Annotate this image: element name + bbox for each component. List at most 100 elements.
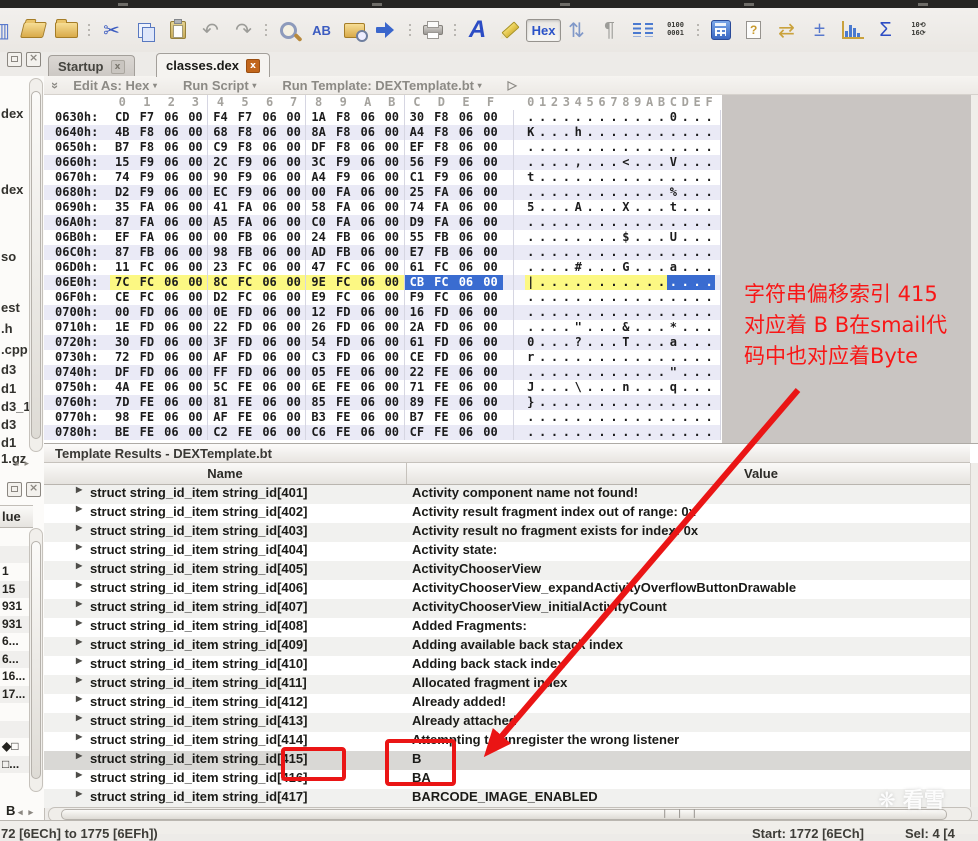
ascii-char[interactable]: .: [584, 245, 596, 260]
tab-label[interactable]: B: [6, 803, 15, 818]
hex-byte[interactable]: 00: [478, 230, 503, 245]
hex-row[interactable]: 0770h: 98 FE 06 00 AF FE 06 00 B3 FE 06 00 B7 FE 06 00..…: [44, 410, 721, 425]
hex-byte[interactable]: 06: [257, 245, 282, 260]
ascii-char[interactable]: .: [632, 230, 644, 245]
calculator-icon[interactable]: [704, 14, 737, 46]
hex-byte[interactable]: 00: [282, 290, 307, 305]
ascii-char[interactable]: .: [608, 395, 620, 410]
ascii-char[interactable]: .: [572, 395, 584, 410]
hex-byte[interactable]: FC: [331, 290, 356, 305]
hex-byte[interactable]: FD: [331, 320, 356, 335]
find-in-files-icon[interactable]: [338, 14, 371, 46]
ascii-char[interactable]: .: [596, 245, 608, 260]
ascii-char[interactable]: .: [560, 305, 572, 320]
ascii-char[interactable]: .: [656, 155, 668, 170]
ascii-char[interactable]: \: [572, 380, 584, 395]
ascii-char[interactable]: .: [703, 275, 715, 290]
hex-byte[interactable]: B7: [405, 410, 430, 425]
hex-byte[interactable]: FD: [135, 365, 160, 380]
ascii-char[interactable]: .: [560, 425, 572, 440]
hex-byte[interactable]: 06: [257, 215, 282, 230]
hex-byte[interactable]: 06: [257, 425, 282, 440]
ascii-char[interactable]: .: [537, 320, 549, 335]
ascii-char[interactable]: .: [632, 425, 644, 440]
hex-byte[interactable]: 06: [159, 230, 184, 245]
ascii-char[interactable]: .: [656, 305, 668, 320]
save-all-icon[interactable]: ▥: [0, 14, 17, 46]
ascii-char[interactable]: .: [549, 380, 561, 395]
hex-byte[interactable]: B3: [306, 410, 331, 425]
ascii-char[interactable]: .: [620, 170, 632, 185]
hex-byte[interactable]: 00: [184, 365, 209, 380]
ascii-char[interactable]: .: [679, 335, 691, 350]
ascii-char[interactable]: .: [632, 155, 644, 170]
copy-icon[interactable]: [128, 14, 161, 46]
ascii-char[interactable]: .: [537, 365, 549, 380]
hex-byte[interactable]: FA: [135, 200, 160, 215]
hex-byte[interactable]: 25: [405, 185, 430, 200]
ascii-char[interactable]: .: [679, 155, 691, 170]
hex-byte[interactable]: 00: [184, 155, 209, 170]
ascii-char[interactable]: .: [572, 275, 585, 290]
ascii-char[interactable]: .: [596, 275, 608, 290]
ascii-char[interactable]: .: [632, 410, 644, 425]
hex-byte[interactable]: 81: [208, 395, 233, 410]
ascii-char[interactable]: .: [608, 185, 620, 200]
hex-byte[interactable]: 00: [380, 305, 405, 320]
ascii-char[interactable]: .: [572, 245, 584, 260]
hex-byte[interactable]: 00: [478, 170, 503, 185]
hex-byte[interactable]: FE: [429, 365, 454, 380]
ascii-char[interactable]: .: [691, 395, 703, 410]
ascii-char[interactable]: %: [667, 185, 679, 200]
ascii-char[interactable]: .: [596, 140, 608, 155]
hex-byte[interactable]: 06: [454, 200, 479, 215]
ascii-char[interactable]: .: [679, 410, 691, 425]
ascii-char[interactable]: q: [667, 380, 679, 395]
hex-byte[interactable]: 00: [184, 230, 209, 245]
ascii-char[interactable]: .: [608, 140, 620, 155]
ascii-char[interactable]: .: [656, 260, 668, 275]
expand-triangle-icon[interactable]: ▶: [76, 561, 82, 570]
template-row[interactable]: ▶ struct string_id_item string_id[402] Act…: [44, 504, 970, 523]
ascii-char[interactable]: .: [691, 170, 703, 185]
collapse-toolbar-icon[interactable]: »: [48, 81, 63, 88]
hex-byte[interactable]: 00: [282, 320, 307, 335]
ascii-char[interactable]: .: [679, 425, 691, 440]
ascii-char[interactable]: .: [536, 275, 549, 290]
ascii-char[interactable]: .: [608, 200, 620, 215]
hex-byte[interactable]: 06: [257, 260, 282, 275]
ascii-char[interactable]: .: [549, 305, 561, 320]
ascii-char[interactable]: V: [667, 155, 679, 170]
ascii-char[interactable]: .: [620, 365, 632, 380]
ascii-char[interactable]: .: [667, 140, 679, 155]
ascii-char[interactable]: |: [524, 275, 537, 290]
hex-byte[interactable]: FE: [233, 395, 258, 410]
hex-byte[interactable]: 00: [380, 290, 405, 305]
hex-byte[interactable]: 06: [257, 335, 282, 350]
ascii-char[interactable]: .: [691, 410, 703, 425]
ascii-char[interactable]: 0: [667, 110, 679, 125]
hex-byte[interactable]: 06: [454, 320, 479, 335]
ascii-char[interactable]: .: [644, 245, 656, 260]
ascii-char[interactable]: .: [560, 275, 573, 290]
hex-byte[interactable]: 00: [282, 350, 307, 365]
hex-byte[interactable]: 06: [257, 155, 282, 170]
hex-byte[interactable]: AF: [208, 350, 233, 365]
hex-byte[interactable]: 00: [184, 200, 209, 215]
ascii-char[interactable]: .: [679, 245, 691, 260]
hex-byte[interactable]: F7: [233, 110, 258, 125]
hex-byte[interactable]: 06: [355, 200, 380, 215]
template-row[interactable]: ▶ struct string_id_item string_id[413] Alr…: [44, 713, 970, 732]
ascii-char[interactable]: .: [584, 230, 596, 245]
hex-byte[interactable]: CE: [405, 350, 430, 365]
hex-byte[interactable]: FD: [233, 350, 258, 365]
redo-icon[interactable]: ↷: [227, 14, 260, 46]
ascii-char[interactable]: .: [691, 260, 703, 275]
ascii-char[interactable]: $: [620, 230, 632, 245]
hex-row[interactable]: 0680h: D2 F9 06 00 EC F9 06 00 00 FA 06 00 25 FA 06 00..…: [44, 185, 721, 200]
ascii-char[interactable]: .: [679, 305, 691, 320]
hex-byte[interactable]: 00: [208, 230, 233, 245]
ascii-char[interactable]: .: [655, 275, 668, 290]
hex-byte[interactable]: F8: [429, 110, 454, 125]
hex-byte[interactable]: CE: [110, 290, 135, 305]
